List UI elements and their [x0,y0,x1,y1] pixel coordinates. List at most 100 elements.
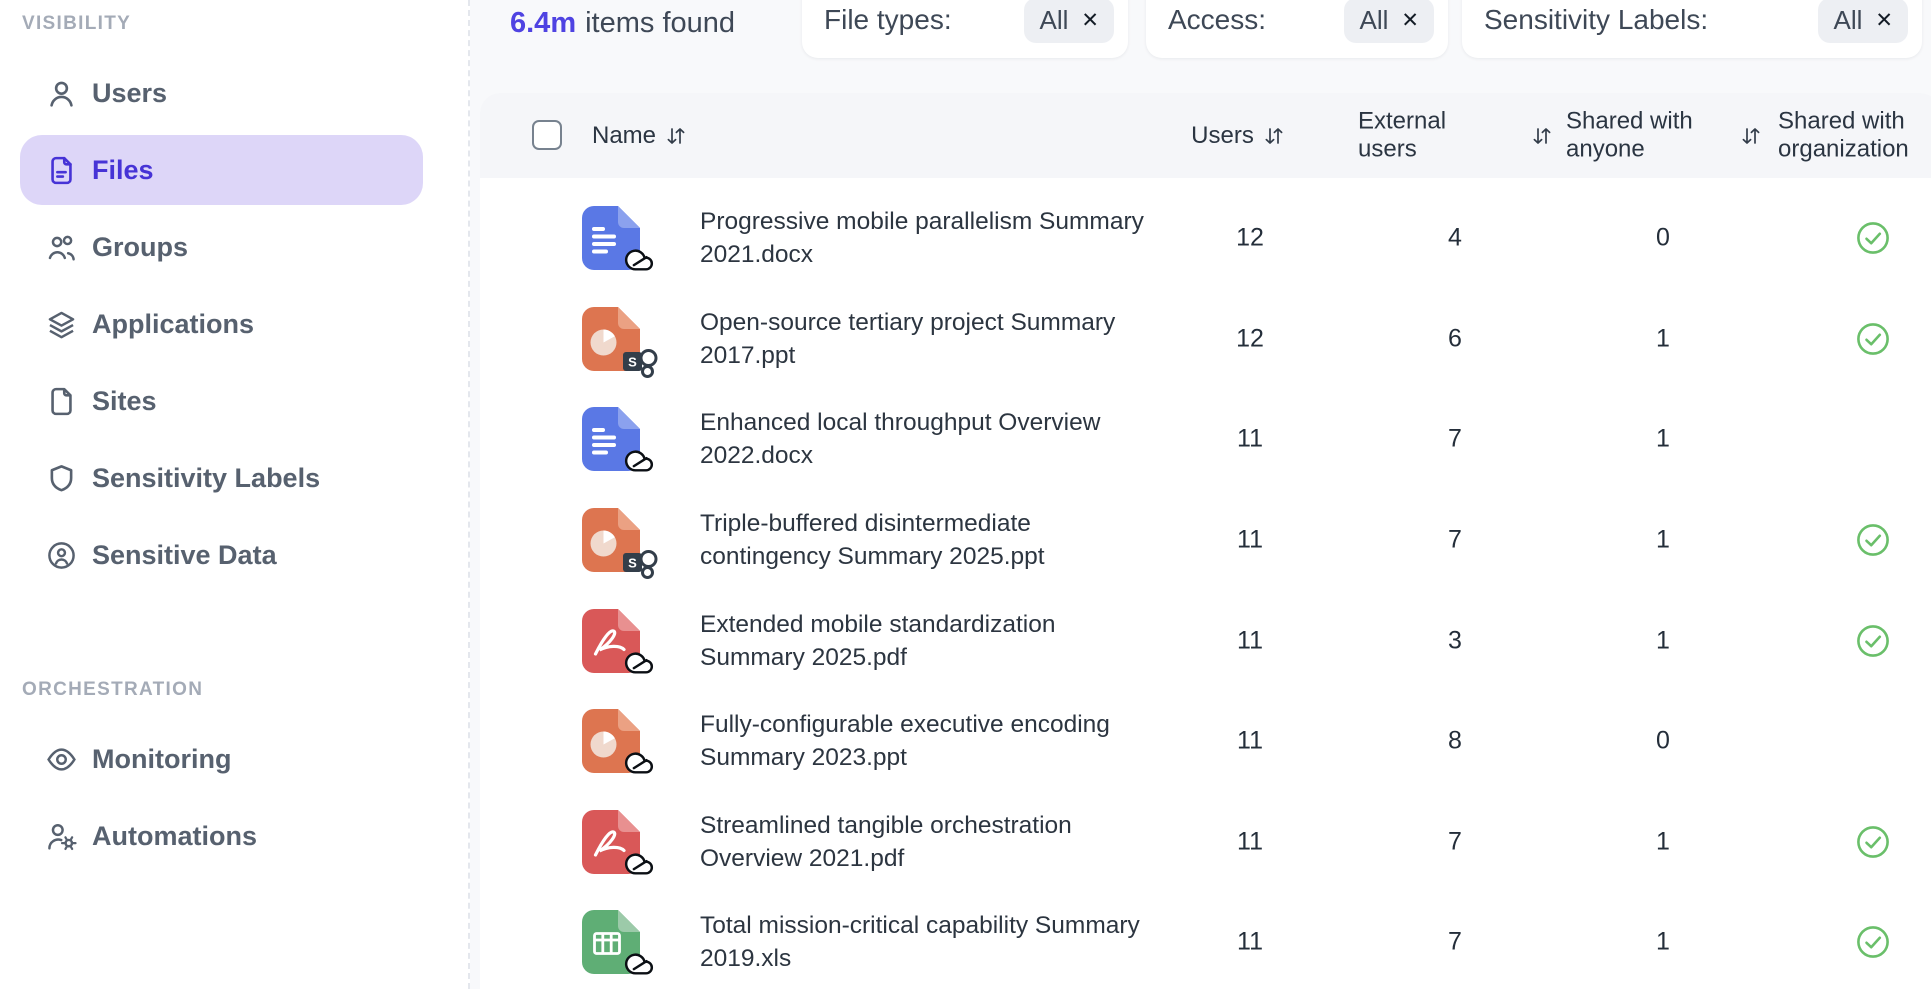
filter-label: File types: [824,4,952,36]
sidebar-section-label: VISIBILITY [0,12,468,36]
items-found-count: 6.4m [510,7,576,40]
sidebar-item-groups[interactable]: Groups [20,212,423,282]
shared-with-anyone-count: 1 [1613,425,1713,454]
file-type-icon [582,910,640,974]
filter-value: All [1359,5,1388,36]
sidebar-item-label: Sensitivity Labels [92,463,320,494]
shared-with-organization-cell [1823,321,1923,357]
shared-with-organization-check-icon [1855,220,1891,256]
filter-label: Sensitivity Labels: [1484,4,1708,36]
file-type-icon [582,709,640,773]
shared-with-anyone-count: 1 [1613,626,1713,655]
table-row[interactable]: Streamlined tangible orchestration Overv… [480,792,1931,893]
file-name: Open-source tertiary project Summary 201… [700,306,1145,372]
people-group-icon [45,231,78,264]
sidebar-item-label: Files [92,155,154,186]
sidebar-item-label: Applications [92,309,254,340]
file-type-icon [582,407,640,471]
external-users-count: 8 [1405,727,1505,756]
layers-icon [45,308,78,341]
sidebar-nav-list: Users Files Groups Applications Sites Se… [0,58,468,590]
file-name: Extended mobile standardization Summary … [700,608,1145,674]
column-header-name[interactable]: Name [592,93,687,178]
shared-with-anyone-count: 1 [1613,526,1713,555]
sidebar-item-label: Automations [92,821,257,852]
shared-with-organization-cell [1823,824,1923,860]
files-table: Name Users External users Shared with an… [480,93,1931,989]
sidebar-item-sensitive-data[interactable]: Sensitive Data [20,520,423,590]
file-name: Streamlined tangible orchestration Overv… [700,809,1145,875]
file-name: Fully-configurable executive encoding Su… [700,708,1145,774]
remove-filter-icon[interactable]: ✕ [1401,8,1419,33]
column-header-shared-with-organization[interactable]: Shared with organization [1778,107,1931,164]
sort-icon[interactable] [665,125,687,147]
person-badge-icon [45,539,78,572]
main-content: 6.4m items found File types: All ✕ Acces… [470,0,1931,989]
file-name: Triple-buffered disintermediate continge… [700,507,1145,573]
sort-icon[interactable] [1263,125,1285,147]
file-name: Enhanced local throughput Overview 2022.… [700,406,1145,472]
table-row[interactable]: Fully-configurable executive encoding Su… [480,691,1931,792]
column-header-users[interactable]: Users [1188,93,1288,178]
user-icon [45,77,78,110]
column-header-external-users[interactable]: External users [1358,107,1470,164]
users-count: 11 [1200,626,1300,655]
external-users-count: 7 [1405,827,1505,856]
sort-icon[interactable] [1740,125,1762,147]
external-users-count: 7 [1405,526,1505,555]
sort-icon[interactable] [1531,125,1553,147]
shared-with-organization-check-icon [1855,824,1891,860]
users-count: 11 [1200,727,1300,756]
sidebar-item-sites[interactable]: Sites [20,366,423,436]
users-count: 11 [1200,425,1300,454]
filter-chip[interactable]: All ✕ [1024,0,1114,43]
page-icon [45,385,78,418]
sidebar-item-applications[interactable]: Applications [20,289,423,359]
shared-with-anyone-count: 0 [1613,224,1713,253]
shared-with-organization-check-icon [1855,924,1891,960]
filter-group-access-: Access: All ✕ [1146,0,1448,58]
sidebar-item-label: Sensitive Data [92,540,277,571]
sidebar-item-sensitivity-labels[interactable]: Sensitivity Labels [20,443,423,513]
file-type-icon [582,307,640,371]
eye-icon [45,743,78,776]
file-type-icon [582,206,640,270]
select-all-checkbox[interactable] [532,120,562,150]
table-row[interactable]: Progressive mobile parallelism Summary 2… [480,188,1931,289]
table-header: Name Users External users Shared with an… [480,93,1931,178]
sidebar-section: ORCHESTRATION Monitoring Automations [0,678,468,871]
file-name: Total mission-critical capability Summar… [700,909,1145,975]
column-header-shared-with-anyone[interactable]: Shared with anyone [1566,107,1716,164]
table-row[interactable]: Open-source tertiary project Summary 201… [480,289,1931,390]
sidebar-item-users[interactable]: Users [20,58,423,128]
filter-value: All [1833,5,1862,36]
filter-label: Access: [1168,4,1266,36]
table-row[interactable]: Total mission-critical capability Summar… [480,892,1931,989]
sidebar: VISIBILITY Users Files Groups Applicatio… [0,0,470,989]
shared-with-anyone-count: 1 [1613,827,1713,856]
filter-group-sensitivity-labels-: Sensitivity Labels: All ✕ [1462,0,1922,58]
file-name: Progressive mobile parallelism Summary 2… [700,205,1145,271]
users-count: 12 [1200,224,1300,253]
shared-with-anyone-count: 1 [1613,928,1713,957]
shared-with-anyone-count: 1 [1613,324,1713,353]
onedrive-badge-icon [621,850,657,878]
sidebar-item-monitoring[interactable]: Monitoring [20,724,423,794]
table-row[interactable]: Triple-buffered disintermediate continge… [480,490,1931,591]
remove-filter-icon[interactable]: ✕ [1081,8,1099,33]
onedrive-badge-icon [621,447,657,475]
shared-with-organization-cell [1823,522,1923,558]
table-row[interactable]: Enhanced local throughput Overview 2022.… [480,389,1931,490]
users-count: 11 [1200,928,1300,957]
sidebar-item-label: Users [92,78,167,109]
filter-chip[interactable]: All ✕ [1818,0,1908,43]
sidebar-item-automations[interactable]: Automations [20,801,423,871]
table-body: Progressive mobile parallelism Summary 2… [480,178,1931,989]
sidebar-item-files[interactable]: Files [20,135,423,205]
remove-filter-icon[interactable]: ✕ [1875,8,1893,33]
filter-chip[interactable]: All ✕ [1344,0,1434,43]
users-count: 12 [1200,324,1300,353]
table-row[interactable]: Extended mobile standardization Summary … [480,590,1931,691]
onedrive-badge-icon [621,749,657,777]
shield-icon [45,462,78,495]
